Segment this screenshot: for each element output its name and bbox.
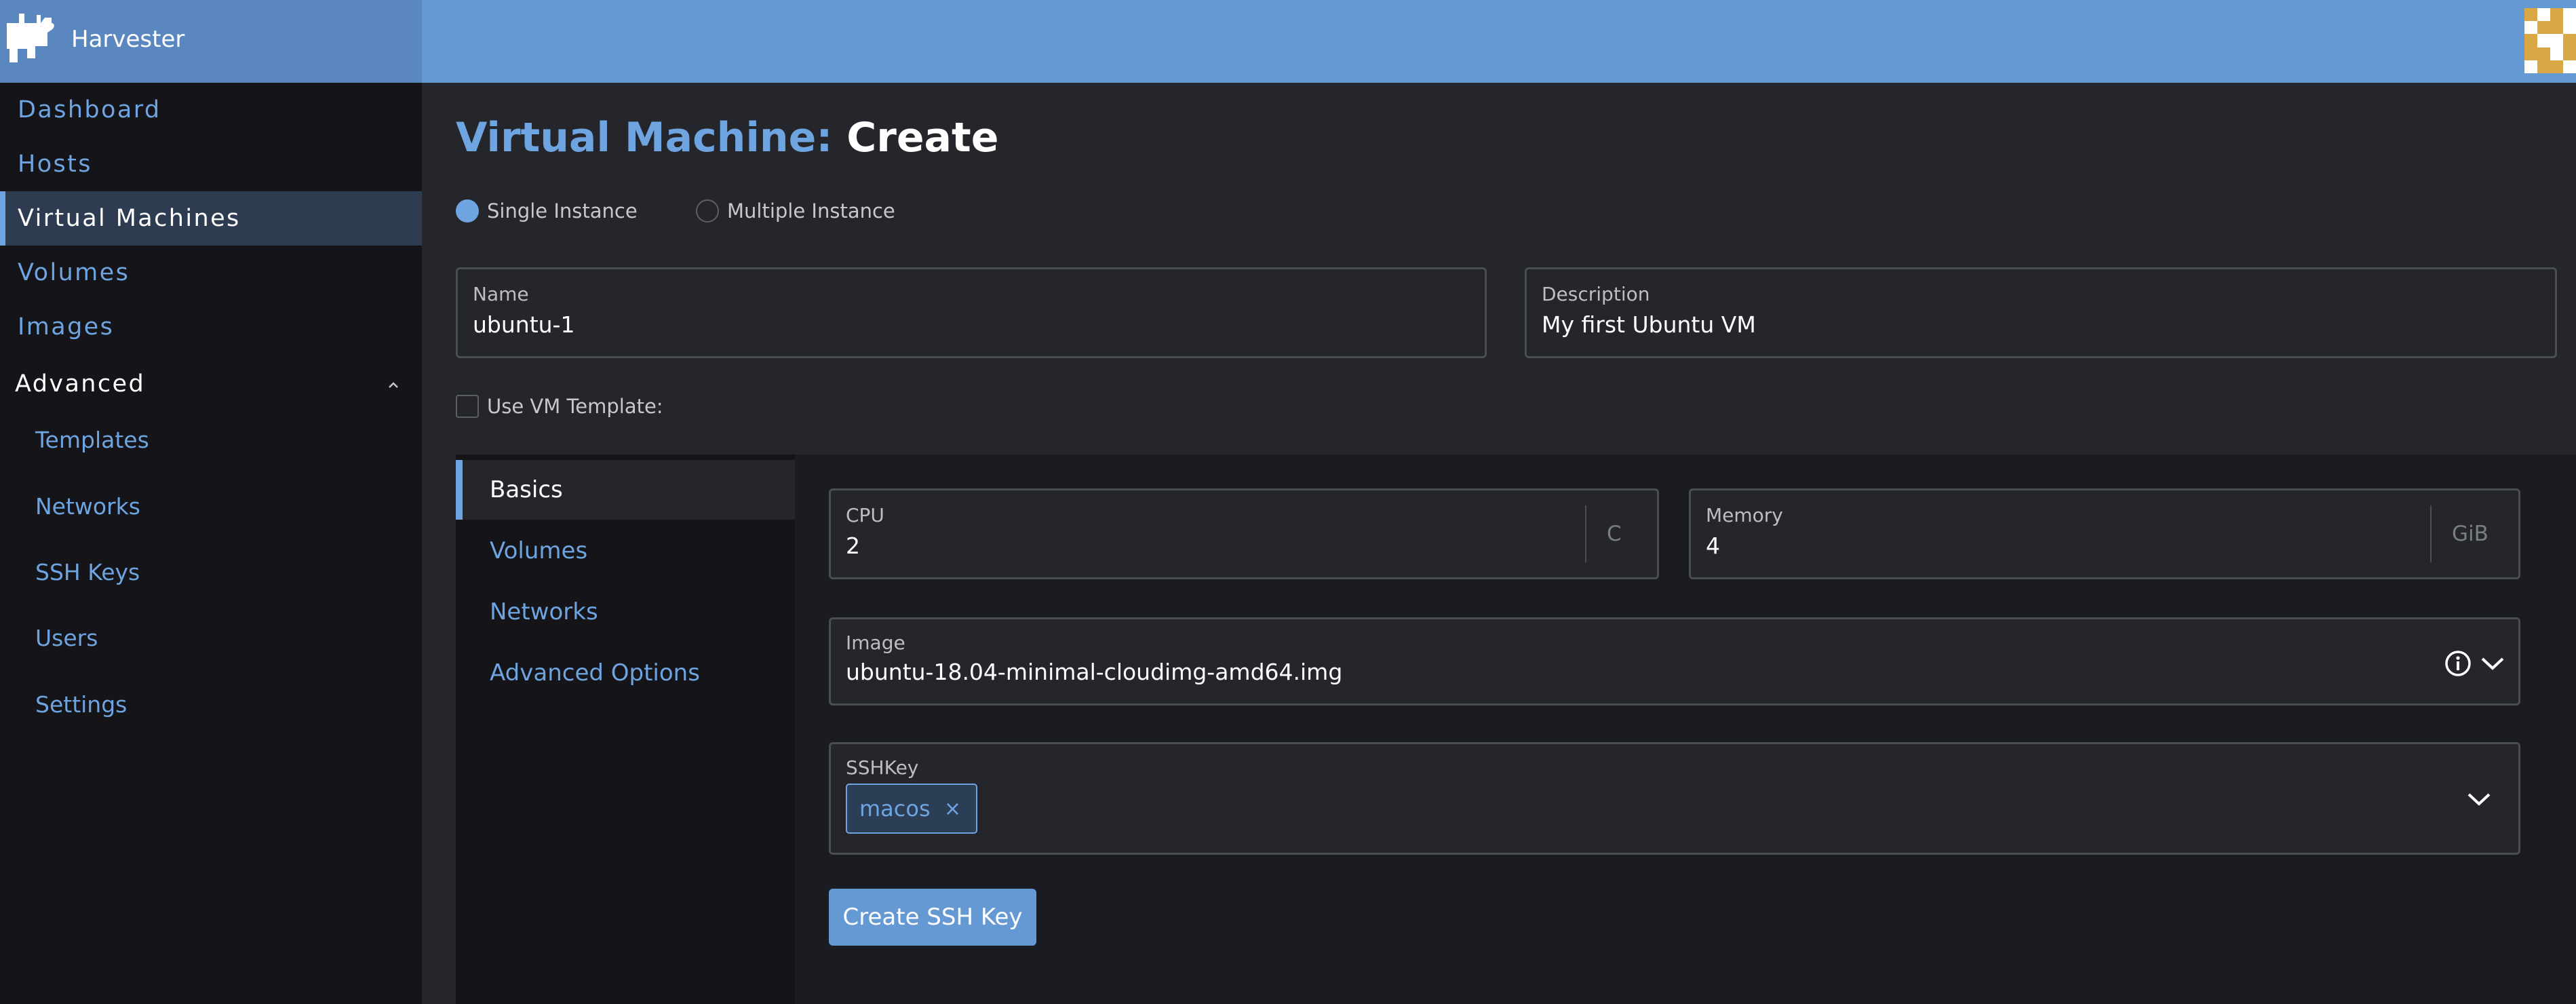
sidebar-item-volumes[interactable]: Volumes: [0, 246, 422, 300]
tab-volumes[interactable]: Volumes: [456, 521, 795, 581]
sshkey-field-label: SSHKey: [846, 756, 919, 779]
app-name: Harvester: [71, 26, 185, 53]
harvester-logo-icon[interactable]: [0, 8, 58, 64]
sidebar-item-settings[interactable]: Settings: [0, 677, 422, 731]
radio-unselected-icon: [696, 199, 719, 223]
top-bar: [422, 0, 2576, 83]
remove-tag-icon[interactable]: ×: [944, 797, 961, 821]
image-select[interactable]: Image ubuntu-18.04-minimal-cloudimg-amd6…: [829, 617, 2520, 706]
sidebar-item-virtual-machines[interactable]: Virtual Machines: [0, 191, 422, 246]
sidebar-item-dashboard[interactable]: Dashboard: [0, 83, 422, 137]
page-title-resource: Virtual Machine:: [456, 114, 833, 161]
radio-selected-icon: [456, 199, 479, 223]
memory-field-value: 4: [1706, 533, 1720, 559]
main-content: Virtual Machine: Create Single Instance …: [422, 83, 2576, 1004]
create-ssh-key-button[interactable]: Create SSH Key: [829, 889, 1036, 946]
page-title: Virtual Machine: Create: [456, 114, 998, 161]
vm-tabs-panel: Basics Volumes Networks Advanced Options…: [456, 455, 2576, 1004]
single-instance-label: Single Instance: [487, 199, 638, 223]
multiple-instance-label: Multiple Instance: [727, 199, 895, 223]
checkbox-unchecked-icon: [456, 395, 479, 418]
page-title-action: Create: [846, 114, 999, 161]
sidebar-item-templates[interactable]: Templates: [0, 412, 422, 467]
sidebar-item-networks[interactable]: Networks: [0, 479, 422, 533]
tab-advanced-options[interactable]: Advanced Options: [456, 643, 795, 703]
chevron-down-icon[interactable]: [2465, 789, 2493, 809]
sidebar-group-advanced[interactable]: Advanced: [0, 357, 422, 411]
tab-list: Basics Volumes Networks Advanced Options: [456, 455, 795, 1004]
name-field-value: ubuntu-1: [473, 311, 575, 338]
sidebar-item-users[interactable]: Users: [0, 611, 422, 665]
cpu-unit-label: C: [1585, 505, 1622, 562]
use-vm-template-label: Use VM Template:: [487, 395, 663, 418]
multiple-instance-radio[interactable]: Multiple Instance: [696, 199, 895, 223]
name-field-label: Name: [473, 283, 529, 305]
description-field[interactable]: Description My first Ubuntu VM: [1525, 267, 2557, 358]
use-vm-template-checkbox[interactable]: Use VM Template:: [456, 395, 663, 418]
name-field[interactable]: Name ubuntu-1: [456, 267, 1487, 358]
info-icon[interactable]: [2444, 649, 2472, 678]
sidebar-item-ssh-keys[interactable]: SSH Keys: [0, 545, 422, 599]
sidebar-group-label: Advanced: [15, 370, 146, 398]
user-avatar[interactable]: [2524, 8, 2576, 73]
chevron-up-icon: [389, 382, 398, 388]
tab-basics[interactable]: Basics: [456, 460, 795, 520]
sshkey-tag: macos ×: [846, 784, 977, 834]
image-field-label: Image: [846, 632, 905, 654]
brand-bar: Harvester: [0, 0, 422, 83]
sshkey-tag-label: macos: [859, 796, 931, 822]
cpu-field-label: CPU: [846, 504, 884, 526]
memory-unit-label: GiB: [2430, 505, 2489, 562]
cpu-field[interactable]: CPU 2 C: [829, 488, 1659, 579]
sidebar: Dashboard Hosts Virtual Machines Volumes…: [0, 83, 422, 1004]
memory-field-label: Memory: [1706, 504, 1783, 526]
single-instance-radio[interactable]: Single Instance: [456, 199, 638, 223]
chevron-down-icon[interactable]: [2479, 653, 2506, 674]
tab-networks[interactable]: Networks: [456, 582, 795, 642]
sshkey-select[interactable]: SSHKey macos ×: [829, 742, 2520, 855]
sidebar-item-hosts[interactable]: Hosts: [0, 137, 422, 191]
sidebar-item-images[interactable]: Images: [0, 300, 422, 354]
memory-field[interactable]: Memory 4 GiB: [1689, 488, 2520, 579]
image-field-value: ubuntu-18.04-minimal-cloudimg-amd64.img: [846, 659, 1343, 685]
cpu-field-value: 2: [846, 533, 860, 559]
description-field-value: My first Ubuntu VM: [1542, 311, 1756, 338]
description-field-label: Description: [1542, 283, 1650, 305]
